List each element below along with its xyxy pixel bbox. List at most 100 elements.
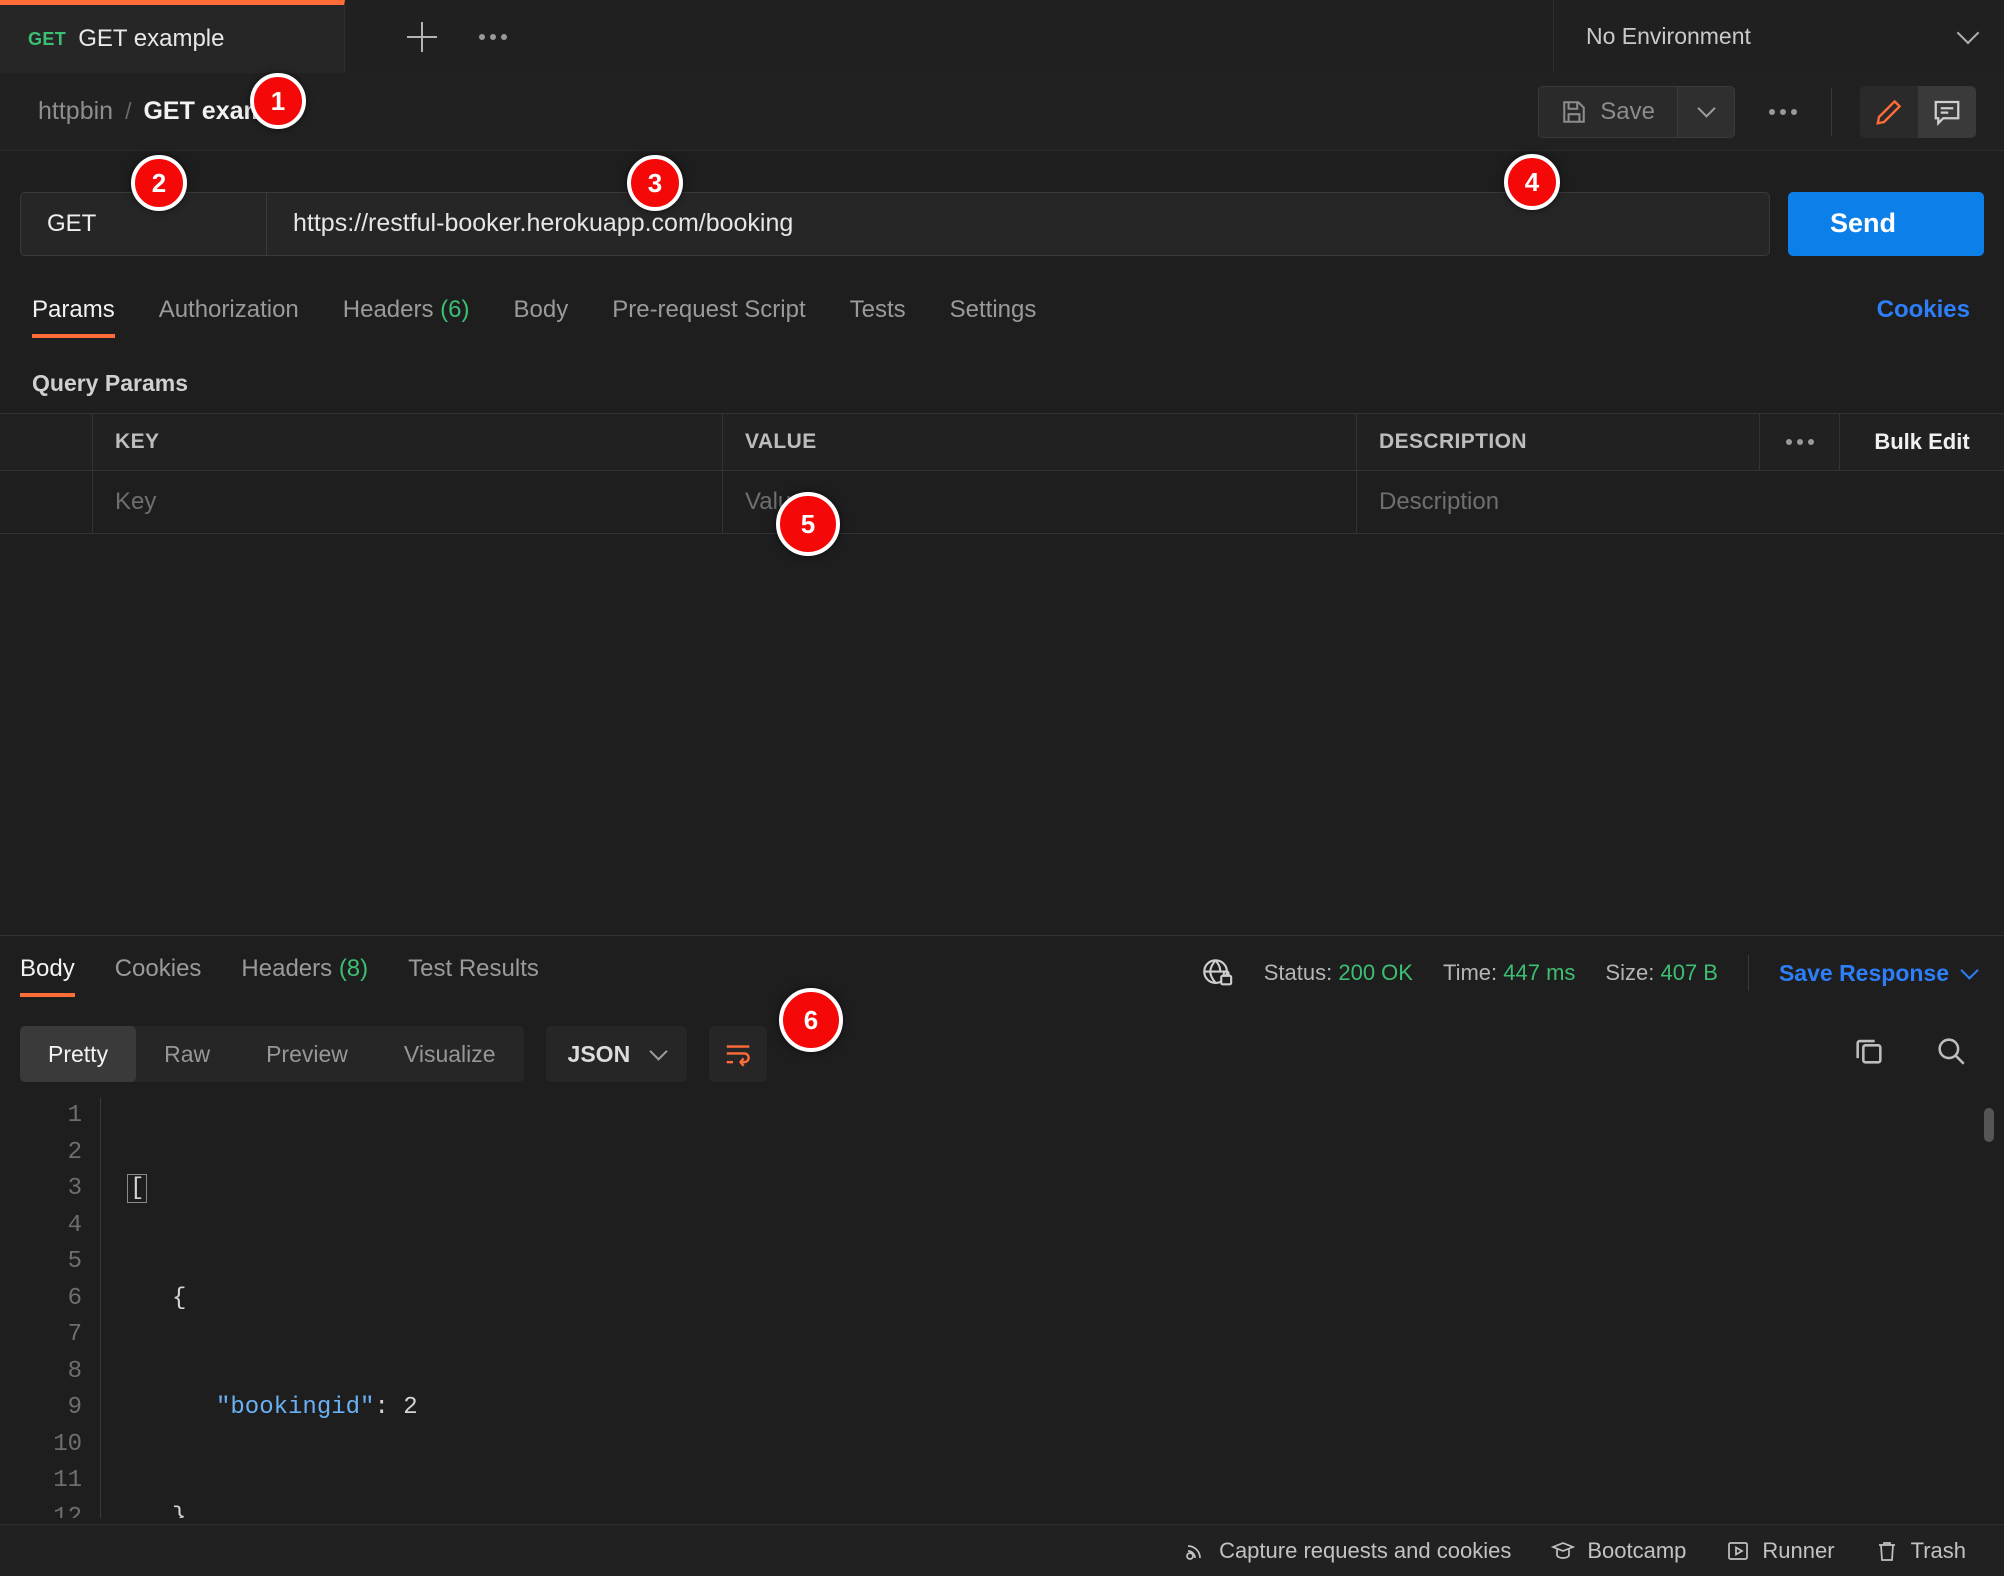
time-label-text: Time: (1442, 960, 1498, 985)
satellite-icon (1186, 1544, 1201, 1560)
word-wrap-icon (726, 1045, 750, 1067)
status-bar: Capture requests and cookies Bootcamp Ru… (0, 1524, 2004, 1576)
send-button[interactable]: Send (1788, 191, 1984, 256)
view-mode-preview[interactable]: Preview (238, 1026, 376, 1082)
pencil-icon (1876, 99, 1902, 125)
view-mode-pretty[interactable]: Pretty (20, 1026, 137, 1082)
graduation-cap-icon (1551, 1541, 1576, 1559)
tab-pre-request-script[interactable]: Pre-request Script (612, 296, 805, 338)
tab-params[interactable]: Params (32, 296, 115, 338)
code-line: [ (126, 1171, 418, 1208)
response-tab-headers-count: (8) (338, 955, 369, 982)
code-punct: { (172, 1284, 187, 1312)
trash-button[interactable]: Trash (1875, 1538, 1966, 1564)
search-icon[interactable] (1934, 1034, 1968, 1068)
request-more-icon[interactable] (1769, 108, 1797, 115)
request-url-box: GET https://restful-booker.herokuapp.com… (20, 191, 1770, 256)
row-checkbox[interactable] (0, 471, 93, 533)
callout-number: 5 (800, 508, 816, 539)
line-number: 9 (67, 1394, 82, 1421)
view-mode-visualize[interactable]: Visualize (376, 1026, 524, 1082)
trash-label: Trash (1910, 1537, 1966, 1563)
tab-params-label: Params (32, 296, 115, 323)
line-numbers: 1 2 3 4 5 6 7 8 9 10 11 12 (0, 1098, 100, 1518)
tab-settings[interactable]: Settings (950, 296, 1037, 338)
tab-headers-count: (6) (440, 296, 470, 323)
code-punct: }, (172, 1503, 201, 1519)
callout-badge-3: 3 (627, 155, 683, 211)
callout-number: 4 (1524, 166, 1540, 197)
response-tab-headers-label: Headers (241, 955, 333, 982)
time-label: Time: 447 ms (1443, 960, 1575, 986)
code-line: { (128, 1281, 418, 1318)
word-wrap-button[interactable] (709, 1026, 768, 1082)
comment-request-button[interactable] (1918, 85, 1976, 138)
request-tab-get-example[interactable]: GET GET example (0, 0, 345, 73)
view-mode-raw[interactable]: Raw (136, 1026, 238, 1082)
response-format-label: JSON (567, 1040, 631, 1067)
tab-more-icon[interactable] (479, 33, 507, 40)
callout-badge-1: 1 (250, 73, 306, 129)
response-tab-headers[interactable]: Headers (8) (241, 955, 368, 997)
response-body-viewer[interactable]: 1 2 3 4 5 6 7 8 9 10 11 12 [ { "bookingi… (0, 1098, 2004, 1518)
trash-icon (1878, 1541, 1895, 1561)
view-mode-raw-label: Raw (164, 1040, 211, 1067)
tab-authorization[interactable]: Authorization (159, 296, 299, 338)
code-punct: [ (126, 1174, 148, 1203)
view-mode-preview-label: Preview (266, 1040, 348, 1067)
edit-request-button[interactable] (1860, 85, 1918, 138)
query-params-header-row: KEY VALUE DESCRIPTION Bulk Edit (0, 413, 2004, 471)
callout-badge-4: 4 (1504, 154, 1560, 210)
tab-body[interactable]: Body (514, 296, 569, 338)
breadcrumb-parent[interactable]: httpbin (38, 97, 113, 126)
url-text: https://restful-booker.herokuapp.com/boo… (293, 209, 794, 237)
tab-headers[interactable]: Headers (6) (343, 296, 470, 338)
response-body-scrollbar[interactable] (1984, 1108, 1994, 1142)
bulk-edit-label: Bulk Edit (1874, 429, 1970, 454)
copy-icon[interactable] (1852, 1034, 1886, 1068)
bulk-edit-button[interactable]: Bulk Edit (1840, 414, 2004, 470)
cookies-link[interactable]: Cookies (1877, 296, 1970, 324)
tab-tests[interactable]: Tests (850, 296, 906, 338)
tab-title-label: GET example (78, 25, 225, 52)
runner-label: Runner (1762, 1537, 1835, 1563)
bootcamp-button[interactable]: Bootcamp (1551, 1538, 1686, 1564)
environment-selector[interactable]: No Environment (1554, 0, 2004, 73)
save-response-label: Save Response (1778, 959, 1949, 986)
response-tab-body[interactable]: Body (20, 955, 75, 997)
code-line: }, (128, 1500, 418, 1519)
callout-number: 6 (803, 1004, 819, 1035)
line-number: 3 (67, 1175, 82, 1202)
response-meta: Status: 200 OK Time: 447 ms Size: 407 B … (1200, 955, 2004, 991)
response-tab-cookies[interactable]: Cookies (115, 955, 202, 997)
capture-requests-button[interactable]: Capture requests and cookies (1183, 1538, 1511, 1564)
runner-button[interactable]: Runner (1726, 1537, 1835, 1564)
http-method-label: GET (47, 209, 97, 237)
url-bar: GET https://restful-booker.herokuapp.com… (0, 151, 2004, 296)
size-label: Size: 407 B (1605, 960, 1718, 986)
save-response-button[interactable]: Save Response (1778, 959, 1979, 987)
code-key: "bookingid" (216, 1394, 375, 1421)
description-input[interactable]: Description (1357, 471, 2004, 533)
callout-badge-2: 2 (131, 155, 187, 211)
tab-body-label: Body (513, 296, 569, 323)
response-format-select[interactable]: JSON (545, 1026, 688, 1082)
header-key: KEY (115, 430, 160, 453)
new-tab-icon[interactable] (405, 20, 439, 54)
save-dropdown-button[interactable] (1677, 85, 1735, 138)
line-number: 8 (67, 1357, 82, 1385)
query-params-more-button[interactable] (1760, 414, 1840, 470)
divider (1747, 955, 1749, 991)
save-button[interactable]: Save (1538, 85, 1677, 138)
query-params-title: Query Params (32, 370, 188, 396)
status-value: 200 OK (1338, 960, 1413, 985)
view-mode-visualize-label: Visualize (403, 1040, 496, 1067)
key-input[interactable]: Key (93, 471, 723, 533)
save-button-label: Save (1600, 97, 1655, 125)
view-mode-pretty-label: Pretty (48, 1040, 109, 1067)
response-tab-test-results[interactable]: Test Results (408, 955, 539, 997)
response-view-toolbar: Pretty Raw Preview Visualize JSON (20, 1026, 768, 1082)
description-placeholder: Description (1379, 488, 1500, 515)
time-value: 447 ms (1503, 960, 1576, 985)
query-params-table: KEY VALUE DESCRIPTION Bulk Edit Key Valu… (0, 413, 2004, 534)
